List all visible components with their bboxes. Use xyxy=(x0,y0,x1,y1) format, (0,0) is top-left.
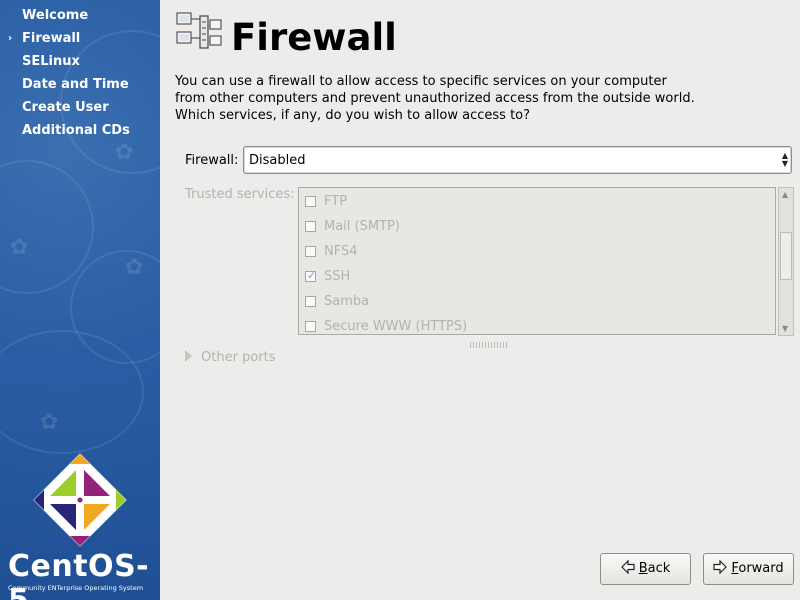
service-name: Samba xyxy=(324,294,370,309)
step-firewall: › Firewall xyxy=(0,29,160,52)
step-label: Date and Time xyxy=(22,77,129,92)
step-additional-cds: Additional CDs xyxy=(0,121,160,144)
step-welcome: Welcome xyxy=(0,6,160,29)
flower-decoration-icon: ✿ xyxy=(10,235,29,260)
page-title: Firewall xyxy=(231,16,397,59)
arrow-right-icon xyxy=(713,560,728,574)
service-checkbox[interactable] xyxy=(305,246,316,257)
service-name: SSH xyxy=(324,269,351,284)
back-button-label: Back xyxy=(638,561,671,576)
service-name: Secure WWW (HTTPS) xyxy=(324,319,468,334)
other-ports-label: Other ports xyxy=(201,350,276,365)
other-ports-expander[interactable]: Other ports xyxy=(185,350,275,365)
trusted-services-list[interactable]: FTP Mail (SMTP) NFS4 ✓ SSH Samba Secure … xyxy=(298,187,776,335)
forward-button[interactable]: Forward xyxy=(703,553,794,585)
expander-triangle-icon xyxy=(185,350,192,362)
service-checkbox[interactable] xyxy=(305,196,316,207)
back-button[interactable]: Back xyxy=(600,553,691,585)
service-checkbox[interactable]: ✓ xyxy=(305,269,317,282)
service-name: FTP xyxy=(324,194,348,209)
scroll-down-arrow-icon[interactable]: ▼ xyxy=(782,324,788,333)
trusted-services-label: Trusted services: xyxy=(185,187,295,202)
updown-arrows-icon: ▲ ▼ xyxy=(781,151,788,168)
page-description: You can use a firewall to allow access t… xyxy=(175,74,695,123)
brand-tagline: Community ENTerprise Operating System xyxy=(8,584,144,592)
service-checkbox[interactable] xyxy=(305,221,316,232)
step-label: Welcome xyxy=(22,8,89,23)
checkmark-icon: ✓ xyxy=(307,269,317,282)
flower-decoration-icon: ✿ xyxy=(125,255,144,280)
scroll-up-arrow-icon[interactable]: ▲ xyxy=(782,190,788,199)
firewall-network-icon xyxy=(176,12,222,49)
service-checkbox[interactable] xyxy=(305,296,316,307)
current-step-marker-icon: › xyxy=(8,33,13,44)
firewall-dropdown[interactable]: Disabled ▲ ▼ xyxy=(243,146,792,174)
scrollbar-thumb[interactable] xyxy=(780,232,792,280)
step-create-user: Create User xyxy=(0,98,160,121)
service-checkbox[interactable] xyxy=(305,321,316,332)
step-label: SELinux xyxy=(22,54,80,69)
step-label: Create User xyxy=(22,100,109,115)
step-date-and-time: Date and Time xyxy=(0,75,160,98)
firewall-label: Firewall: xyxy=(185,153,239,168)
service-name: Mail (SMTP) xyxy=(324,219,400,234)
centos-logo-icon xyxy=(33,453,127,547)
sidebar: ✿ ✿ ✿ ✿ Welcome › Firewall SELinux Date a… xyxy=(0,0,160,600)
brand-name: CentOS-5 xyxy=(8,549,150,600)
flower-decoration-icon: ✿ xyxy=(40,410,59,435)
services-scrollbar[interactable]: ▲ ▼ xyxy=(778,187,794,336)
service-name: NFS4 xyxy=(324,244,358,259)
step-list: Welcome › Firewall SELinux Date and Time … xyxy=(0,6,160,144)
arrow-left-icon xyxy=(620,560,635,574)
step-label: Additional CDs xyxy=(22,123,130,138)
step-label: Firewall xyxy=(22,31,81,46)
step-selinux: SELinux xyxy=(0,52,160,75)
firewall-dropdown-value: Disabled xyxy=(249,153,306,168)
forward-button-label: Forward xyxy=(731,561,784,576)
resize-grip[interactable] xyxy=(470,342,509,348)
